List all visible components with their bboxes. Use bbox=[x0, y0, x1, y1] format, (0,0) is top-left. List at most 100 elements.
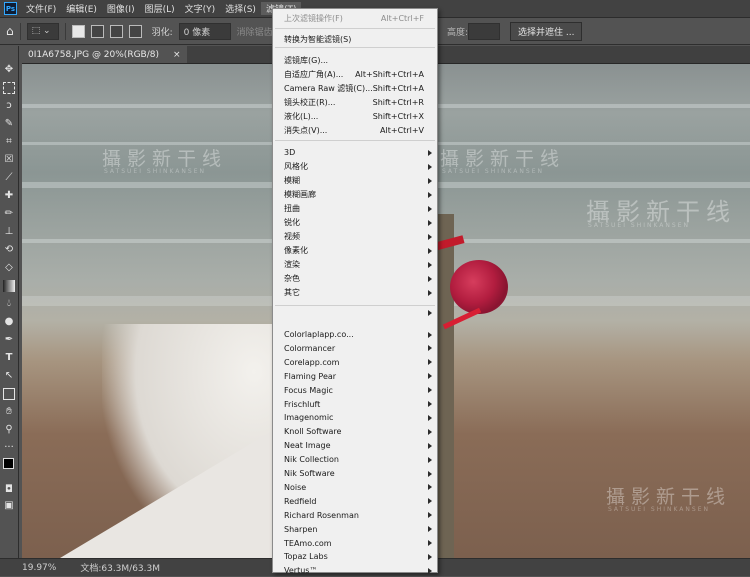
menu-type[interactable]: 文字(Y) bbox=[180, 2, 221, 15]
hand-tool-icon[interactable]: ✋︎ bbox=[3, 406, 15, 418]
history-brush-icon[interactable]: ⟲ bbox=[3, 244, 15, 256]
filter-menu-item[interactable]: TEAmo.com bbox=[273, 537, 437, 550]
submenu-arrow-icon bbox=[428, 345, 432, 352]
zoom-level[interactable]: 19.97% bbox=[22, 563, 56, 573]
rectangle-tool-icon[interactable] bbox=[3, 388, 15, 400]
filter-menu-item[interactable]: Frischluft bbox=[273, 398, 437, 411]
select-and-mask-button[interactable]: 选择并遮住 ... bbox=[510, 22, 583, 41]
screen-mode-icon[interactable]: ▣ bbox=[3, 500, 15, 512]
flower-bouquet bbox=[450, 260, 508, 314]
foreground-color-swatch[interactable] bbox=[3, 458, 14, 469]
menu-select[interactable]: 选择(S) bbox=[220, 2, 261, 15]
filter-menu-item[interactable]: 滤镜库(G)... bbox=[273, 54, 437, 67]
pen-tool-icon[interactable]: ✒ bbox=[3, 334, 15, 346]
marquee-tool-icon[interactable] bbox=[3, 82, 15, 94]
crop-tool-icon[interactable]: ⌗ bbox=[3, 136, 15, 148]
filter-menu-item[interactable]: Colorlaplapp.co... bbox=[273, 328, 437, 341]
close-icon[interactable]: × bbox=[173, 50, 181, 60]
quick-mask-icon[interactable]: ◘ bbox=[3, 484, 15, 496]
filter-menu-item-label: Neat Image bbox=[284, 441, 331, 451]
gradient-tool-icon[interactable] bbox=[3, 280, 15, 292]
filter-menu-item[interactable]: 上次滤镜操作(F) Alt+Ctrl+F bbox=[273, 12, 437, 25]
submenu-arrow-icon bbox=[428, 163, 432, 170]
filter-menu-item[interactable]: 像素化 bbox=[273, 244, 437, 257]
filter-menu-item[interactable]: 镜头校正(R)... Shift+Ctrl+R bbox=[273, 96, 437, 109]
filter-menu-dropdown: 上次滤镜操作(F) Alt+Ctrl+F 转换为智能滤镜(S) 滤镜库(G)... 自适… bbox=[272, 8, 438, 575]
zoom-tool-icon[interactable]: ⚲ bbox=[3, 424, 15, 436]
filter-menu-item[interactable]: 视频 bbox=[273, 230, 437, 243]
move-tool-icon[interactable]: ✥ bbox=[3, 64, 15, 76]
filter-menu-item[interactable]: Focus Magic bbox=[273, 384, 437, 397]
filter-menu-item[interactable]: 转换为智能滤镜(S) bbox=[273, 33, 437, 46]
filter-menu-item[interactable]: Noise bbox=[273, 481, 437, 494]
filter-menu-item[interactable]: Knoll Software bbox=[273, 425, 437, 438]
menu-file[interactable]: 文件(F) bbox=[21, 2, 61, 15]
filter-menu-item[interactable]: Flaming Pear bbox=[273, 370, 437, 383]
filter-menu-item[interactable]: 扭曲 bbox=[273, 202, 437, 215]
filter-menu-item-label: Imagenomic bbox=[284, 413, 334, 423]
filter-menu-item-label: Nik Collection bbox=[284, 455, 339, 465]
brush-tool-icon[interactable]: ✏ bbox=[3, 208, 15, 220]
filter-menu-item[interactable]: Vertus™ bbox=[273, 564, 437, 577]
blur-tool-icon[interactable]: 💧︎ bbox=[3, 298, 15, 310]
filter-menu-item[interactable]: 自适应广角(A)... Alt+Shift+Ctrl+A bbox=[273, 68, 437, 81]
filter-menu-item[interactable]: 渲染 bbox=[273, 258, 437, 271]
filter-menu-item[interactable]: Nik Software bbox=[273, 467, 437, 480]
filter-menu-item[interactable]: 模糊 bbox=[273, 174, 437, 187]
dodge-tool-icon[interactable]: ● bbox=[3, 316, 15, 328]
filter-menu-item[interactable]: 锐化 bbox=[273, 216, 437, 229]
filter-menu-item-label: 像素化 bbox=[284, 246, 308, 255]
new-selection-icon[interactable] bbox=[71, 24, 85, 38]
antialias-label: 消除锯齿 bbox=[236, 27, 273, 38]
quick-selection-icon[interactable]: ✎ bbox=[3, 118, 15, 130]
filter-menu-item[interactable]: Sharpen bbox=[273, 523, 437, 536]
submenu-arrow-icon bbox=[428, 205, 432, 212]
filter-menu-item[interactable]: Nik Collection bbox=[273, 453, 437, 466]
filter-menu-item[interactable]: Imagenomic bbox=[273, 411, 437, 424]
filter-menu-item[interactable]: 3D bbox=[273, 146, 437, 159]
submenu-arrow-icon bbox=[428, 309, 432, 316]
clone-stamp-icon[interactable]: ⊥ bbox=[3, 226, 15, 238]
filter-menu-item-shortcut: Shift+Ctrl+A bbox=[372, 84, 424, 93]
filter-menu-item[interactable]: Corelapp.com bbox=[273, 356, 437, 369]
filter-menu-item[interactable]: Redfield bbox=[273, 495, 437, 508]
home-icon[interactable]: ⌂ bbox=[6, 24, 14, 38]
filter-menu-item[interactable]: 液化(L)... Shift+Ctrl+X bbox=[273, 110, 437, 123]
add-to-selection-icon[interactable] bbox=[90, 24, 104, 38]
document-size[interactable]: 文档:63.3M/63.3M bbox=[80, 561, 160, 574]
feather-input[interactable]: 0 像素 bbox=[178, 22, 231, 40]
filter-menu-item[interactable]: 模糊画廊 bbox=[273, 188, 437, 201]
intersect-selection-icon[interactable] bbox=[128, 24, 142, 38]
lasso-tool-icon[interactable]: ↄ bbox=[3, 100, 15, 112]
height-input[interactable] bbox=[468, 23, 500, 40]
healing-brush-icon[interactable]: ✚ bbox=[3, 190, 15, 202]
submenu-arrow-icon bbox=[428, 191, 432, 198]
filter-menu-item[interactable]: 风格化 bbox=[273, 160, 437, 173]
filter-menu-item[interactable]: Richard Rosenman bbox=[273, 509, 437, 522]
eraser-icon[interactable]: ◇ bbox=[3, 262, 15, 274]
eyedropper-icon[interactable]: ⟋ bbox=[3, 172, 15, 184]
frame-tool-icon[interactable]: ☒ bbox=[3, 154, 15, 166]
filter-menu-item[interactable]: Camera Raw 滤镜(C)... Shift+Ctrl+A bbox=[273, 82, 437, 95]
path-selection-icon[interactable]: ↖ bbox=[3, 370, 15, 382]
filter-menu-item[interactable]: Neat Image bbox=[273, 439, 437, 452]
more-tools-icon[interactable]: ··· bbox=[3, 442, 15, 454]
filter-menu-item-label: Topaz Labs bbox=[284, 552, 328, 562]
filter-menu-item-label: Vertus™ bbox=[284, 566, 318, 576]
subtract-from-selection-icon[interactable] bbox=[109, 24, 123, 38]
submenu-arrow-icon bbox=[428, 247, 432, 254]
filter-menu-item[interactable]: Colormancer bbox=[273, 342, 437, 355]
menu-layer[interactable]: 图层(L) bbox=[140, 2, 180, 15]
submenu-arrow-icon bbox=[428, 498, 432, 505]
divider bbox=[19, 22, 21, 40]
type-tool-icon[interactable]: T bbox=[3, 352, 15, 364]
filter-menu-item[interactable]: Topaz Labs bbox=[273, 550, 437, 563]
document-tab[interactable]: 0I1A6758.JPG @ 20%(RGB/8) × bbox=[22, 46, 187, 63]
menu-edit[interactable]: 编辑(E) bbox=[61, 2, 102, 15]
menu-image[interactable]: 图像(I) bbox=[102, 2, 140, 15]
filter-menu-item[interactable]: 消失点(V)... Alt+Ctrl+V bbox=[273, 124, 437, 137]
filter-menu-item[interactable] bbox=[273, 306, 437, 319]
filter-menu-item[interactable]: 杂色 bbox=[273, 272, 437, 285]
filter-menu-item[interactable]: 其它 bbox=[273, 286, 437, 299]
marquee-tool-preset-icon[interactable]: ⬚ ⌄ bbox=[26, 22, 59, 40]
